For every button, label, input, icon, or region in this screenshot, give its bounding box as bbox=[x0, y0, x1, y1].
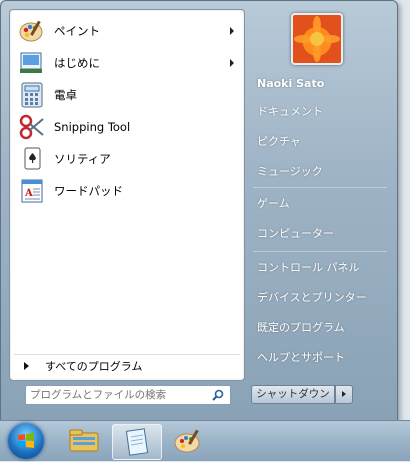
program-item-getting-started[interactable]: はじめに bbox=[14, 48, 240, 78]
solitaire-icon bbox=[18, 145, 46, 173]
notepad-icon bbox=[125, 428, 149, 456]
help-support-link[interactable]: ヘルプとサポート bbox=[251, 347, 393, 369]
control-panel-link[interactable]: コントロール パネル bbox=[251, 257, 393, 279]
default-programs-link[interactable]: 既定のプログラム bbox=[251, 317, 393, 339]
programs-pane: ペイント はじめに 電卓 Snipping Tool ソリティア A ワードパッ… bbox=[9, 9, 245, 381]
calculator-icon bbox=[18, 81, 46, 109]
windows-logo-icon bbox=[18, 433, 34, 448]
search-input[interactable] bbox=[26, 386, 208, 404]
program-label: はじめに bbox=[54, 56, 100, 70]
shutdown-options-button[interactable] bbox=[335, 385, 353, 404]
devices-printers-link[interactable]: デバイスとプリンター bbox=[251, 287, 393, 309]
search-box[interactable] bbox=[25, 385, 231, 405]
program-item-snipping-tool[interactable]: Snipping Tool bbox=[14, 112, 240, 142]
paint-taskbar-icon bbox=[174, 429, 200, 453]
program-item-paint[interactable]: ペイント bbox=[14, 16, 240, 46]
program-label: ペイント bbox=[54, 24, 100, 38]
music-link[interactable]: ミュージック bbox=[251, 161, 393, 183]
scissors-icon bbox=[18, 113, 46, 141]
shutdown-button[interactable]: シャットダウン bbox=[251, 385, 335, 404]
getting-started-icon bbox=[18, 49, 46, 77]
submenu-arrow-icon[interactable] bbox=[230, 27, 234, 35]
program-label: ソリティア bbox=[54, 152, 111, 166]
user-avatar[interactable] bbox=[291, 13, 343, 65]
wordpad-icon: A bbox=[18, 177, 46, 205]
program-label: ワードパッド bbox=[54, 184, 123, 198]
separator bbox=[253, 251, 387, 252]
computer-link[interactable]: コンピューター bbox=[251, 223, 393, 245]
pictures-link[interactable]: ピクチャ bbox=[251, 131, 393, 153]
games-link[interactable]: ゲーム bbox=[251, 193, 393, 215]
all-programs-label: すべてのプログラム bbox=[45, 360, 143, 373]
all-programs-button[interactable]: すべてのプログラム bbox=[14, 354, 240, 377]
submenu-arrow-icon[interactable] bbox=[230, 59, 234, 67]
user-name-link[interactable]: Naoki Sato bbox=[251, 73, 393, 95]
search-icon[interactable] bbox=[212, 389, 224, 404]
documents-link[interactable]: ドキュメント bbox=[251, 101, 393, 123]
program-label: Snipping Tool bbox=[54, 120, 131, 134]
program-item-wordpad[interactable]: A ワードパッド bbox=[14, 176, 240, 206]
start-menu: ペイント はじめに 電卓 Snipping Tool ソリティア A ワードパッ… bbox=[0, 0, 398, 422]
start-button[interactable] bbox=[8, 423, 44, 459]
program-item-calculator[interactable]: 電卓 bbox=[14, 80, 240, 110]
taskbar-notepad-button[interactable] bbox=[112, 424, 162, 460]
paint-palette-icon bbox=[18, 17, 46, 45]
separator bbox=[253, 187, 387, 188]
arrow-right-icon bbox=[24, 362, 29, 370]
taskbar-paint-button[interactable] bbox=[164, 424, 212, 458]
file-explorer-icon bbox=[69, 429, 99, 452]
program-item-solitaire[interactable]: ソリティア bbox=[14, 144, 240, 174]
svg-text:A: A bbox=[24, 188, 33, 199]
taskbar bbox=[0, 420, 410, 461]
taskbar-file-explorer-button[interactable] bbox=[60, 424, 108, 458]
program-label: 電卓 bbox=[54, 88, 77, 102]
